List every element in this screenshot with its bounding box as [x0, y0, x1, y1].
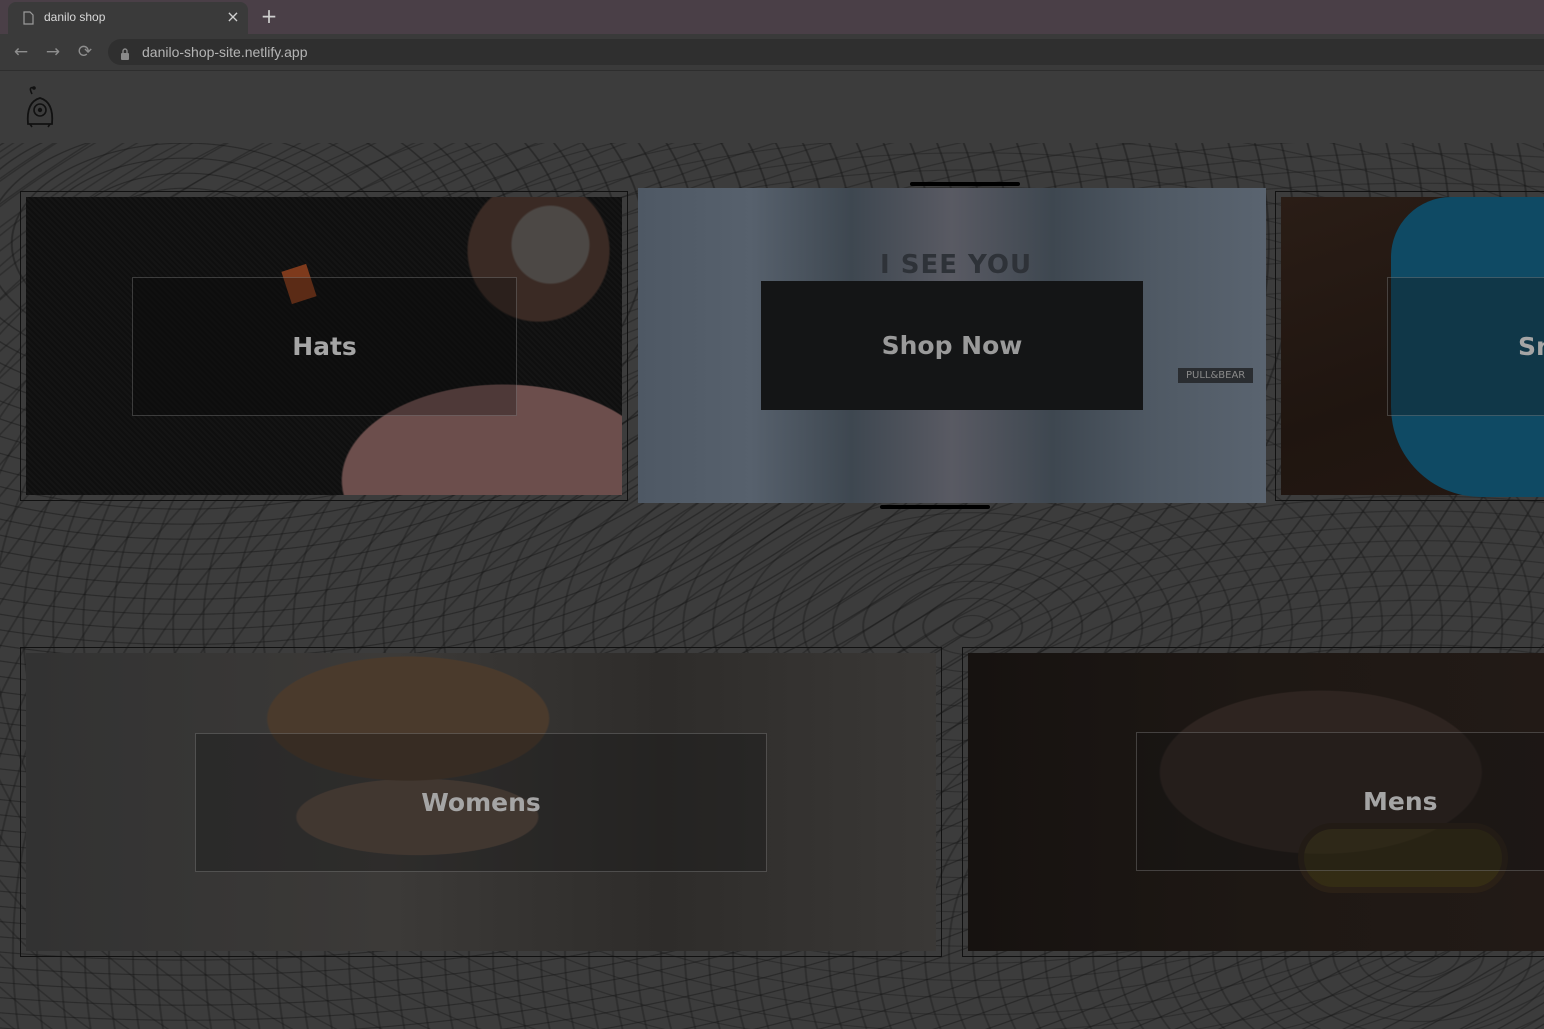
tab-close-icon[interactable]: × [224, 7, 242, 27]
page-favicon-icon [22, 11, 34, 25]
url-text: danilo-shop-site.netlify.app [142, 44, 308, 60]
card-shadow-bottom [880, 505, 990, 509]
womens-label-box[interactable]: Womens [195, 733, 767, 872]
mens-label-box[interactable]: Mens [1136, 732, 1544, 871]
category-card-hats[interactable]: Hats [20, 191, 628, 501]
womens-label: Womens [421, 788, 541, 817]
sneakers-label: Sn [1518, 332, 1544, 361]
alien-logo-icon[interactable] [22, 84, 58, 128]
hats-label-box[interactable]: Hats [132, 277, 517, 416]
shop-now-label: Shop Now [881, 331, 1023, 360]
shop-now-button[interactable]: Shop Now [761, 281, 1143, 410]
jacket-print-text: I SEE YOU [880, 250, 1033, 280]
lock-icon [120, 45, 130, 60]
brand-label: PULL&BEAR [1178, 368, 1254, 383]
reload-button[interactable]: ⟳ [74, 41, 96, 63]
tab-title: danilo shop [44, 10, 106, 24]
back-button[interactable]: ← [10, 41, 32, 63]
new-tab-button[interactable]: + [258, 5, 280, 27]
card-shadow-top [910, 182, 1020, 186]
page-content: Hats I SEE YOU PULL&BEAR Shop Now Sn Wom… [0, 71, 1544, 1029]
category-card-mens[interactable]: Mens [962, 647, 1544, 957]
browser-toolbar: ← → ⟳ danilo-shop-site.netlify.app [0, 34, 1544, 71]
mens-label: Mens [1363, 787, 1438, 816]
browser-tab[interactable]: danilo shop × [8, 2, 248, 34]
category-card-womens[interactable]: Womens [20, 647, 942, 957]
address-bar[interactable]: danilo-shop-site.netlify.app [108, 39, 1544, 65]
hats-label: Hats [292, 332, 357, 361]
forward-button[interactable]: → [42, 41, 64, 63]
category-card-jackets[interactable]: I SEE YOU PULL&BEAR Shop Now [638, 188, 1266, 503]
browser-tab-bar: danilo shop × + [0, 0, 1544, 34]
sneakers-label-box[interactable]: Sn [1387, 277, 1544, 416]
site-header [0, 71, 1544, 143]
category-card-sneakers[interactable]: Sn [1275, 191, 1544, 501]
